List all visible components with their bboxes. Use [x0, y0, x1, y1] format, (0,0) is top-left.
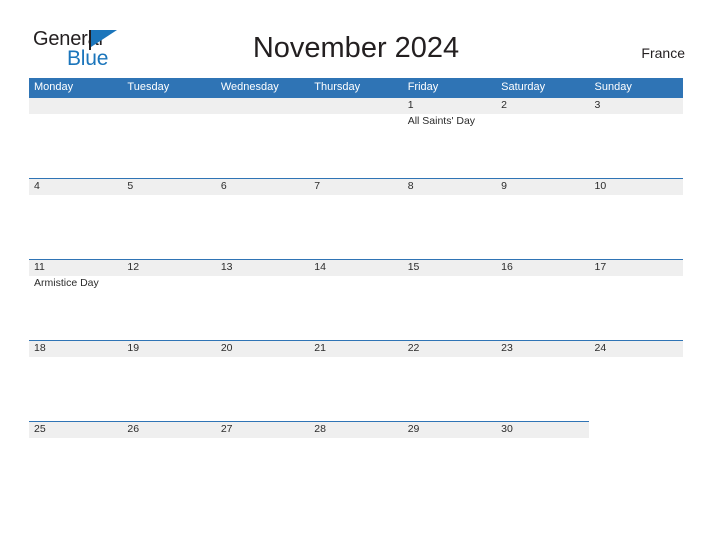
- day-cell[interactable]: 4: [29, 178, 122, 259]
- day-number: 10: [594, 180, 607, 192]
- day-number: 6: [220, 180, 227, 192]
- weekday-header-monday: Monday: [34, 81, 74, 93]
- weekday-header-wednesday: Wednesday: [220, 81, 279, 93]
- day-number: 16: [501, 261, 513, 273]
- day-number: 1: [407, 99, 414, 111]
- calendar-week-row: 25 26 27 28 29 30: [29, 421, 683, 502]
- day-number: 30: [501, 423, 513, 435]
- day-cell[interactable]: 5: [122, 178, 215, 259]
- calendar-week-row: 11 Armistice Day 12 13 14 15 16 17: [29, 259, 683, 340]
- day-number: 4: [34, 180, 40, 192]
- day-cell[interactable]: 7: [309, 178, 402, 259]
- week-day-cells: 18 19 20 21 22 23 24: [29, 340, 683, 421]
- day-cell-empty: [590, 421, 683, 502]
- day-cell[interactable]: 6: [216, 178, 309, 259]
- day-cell[interactable]: 22: [403, 340, 496, 421]
- day-cell[interactable]: 8: [403, 178, 496, 259]
- day-number: 9: [501, 180, 507, 192]
- calendar-weeks: 1 All Saints' Day 2 3 4 5 6 7 8 9 10 11 Armistice Da…: [29, 97, 683, 502]
- day-number: 7: [314, 180, 321, 192]
- day-cell[interactable]: 19: [122, 340, 215, 421]
- day-number: 15: [407, 261, 420, 273]
- day-cell[interactable]: 29: [403, 421, 496, 502]
- day-cell-empty: [29, 97, 122, 178]
- day-number: 8: [407, 180, 414, 192]
- day-cell[interactable]: 17: [590, 259, 683, 340]
- day-cell[interactable]: 1 All Saints' Day: [403, 97, 496, 178]
- day-number: 24: [594, 342, 607, 354]
- day-cell[interactable]: 27: [216, 421, 309, 502]
- weekday-header-tuesday: Tuesday: [127, 81, 170, 93]
- day-cell[interactable]: 15: [403, 259, 496, 340]
- page-title: November 2024: [252, 32, 460, 64]
- day-number: 23: [501, 342, 513, 354]
- day-cell[interactable]: 10: [590, 178, 683, 259]
- day-cell[interactable]: 28: [309, 421, 402, 502]
- calendar-grid: Monday Tuesday Wednesday Thursday Friday Satu…: [29, 78, 683, 502]
- day-cell[interactable]: 14: [309, 259, 402, 340]
- day-number: 29: [407, 423, 420, 435]
- day-cell[interactable]: 21: [309, 340, 402, 421]
- day-number: 26: [127, 423, 140, 435]
- day-number: 27: [220, 423, 233, 435]
- day-number: 2: [501, 99, 507, 111]
- page-header: General Blue November 2024 France: [0, 0, 712, 72]
- day-number: 11: [34, 261, 45, 273]
- calendar-week-row: 18 19 20 21 22 23 24: [29, 340, 683, 421]
- day-cell[interactable]: 16: [496, 259, 589, 340]
- weekday-header-thursday: Thursday: [314, 81, 361, 93]
- day-cell[interactable]: 23: [496, 340, 589, 421]
- weekday-header-sunday: Sunday: [594, 81, 632, 93]
- day-cell[interactable]: 3: [590, 97, 683, 178]
- day-cell[interactable]: 2: [496, 97, 589, 178]
- weekday-header-row: Monday Tuesday Wednesday Thursday Friday Satu…: [29, 78, 683, 97]
- day-cell[interactable]: 25: [29, 421, 122, 502]
- weekday-header-friday: Friday: [407, 81, 439, 93]
- day-number: 21: [314, 342, 326, 354]
- day-number: 18: [34, 342, 46, 354]
- week-day-cells: 4 5 6 7 8 9 10: [29, 178, 683, 259]
- day-cell[interactable]: 24: [590, 340, 683, 421]
- day-number: 17: [594, 261, 607, 273]
- day-cell[interactable]: 20: [216, 340, 309, 421]
- calendar-page: General Blue November 2024 France Monday…: [0, 0, 712, 550]
- day-cell[interactable]: 26: [122, 421, 215, 502]
- day-number: 3: [594, 99, 601, 111]
- day-number: 14: [314, 261, 326, 273]
- day-cell[interactable]: 11 Armistice Day: [29, 259, 122, 340]
- day-cell-empty: [216, 97, 309, 178]
- day-cell[interactable]: 9: [496, 178, 589, 259]
- day-cell[interactable]: 18: [29, 340, 122, 421]
- day-number: 12: [127, 261, 140, 273]
- day-number: 5: [127, 180, 134, 192]
- week-day-cells: 25 26 27 28 29 30: [29, 421, 683, 502]
- calendar-week-row: 4 5 6 7 8 9 10: [29, 178, 683, 259]
- day-number: 13: [220, 261, 233, 273]
- country-label: France: [641, 45, 685, 61]
- week-day-cells: 11 Armistice Day 12 13 14 15 16 17: [29, 259, 683, 340]
- day-number: 22: [407, 342, 420, 354]
- day-cell-empty: [309, 97, 402, 178]
- calendar-week-row: 1 All Saints' Day 2 3: [29, 97, 683, 178]
- day-cell[interactable]: 30: [496, 421, 589, 502]
- day-number: 25: [34, 423, 46, 435]
- day-cell[interactable]: 13: [216, 259, 309, 340]
- day-number: 20: [220, 342, 233, 354]
- week-day-cells: 1 All Saints' Day 2 3: [29, 97, 683, 178]
- day-number: 28: [314, 423, 326, 435]
- day-cell[interactable]: 12: [122, 259, 215, 340]
- day-number: 19: [127, 342, 140, 354]
- weekday-header-saturday: Saturday: [501, 81, 546, 93]
- day-cell-empty: [122, 97, 215, 178]
